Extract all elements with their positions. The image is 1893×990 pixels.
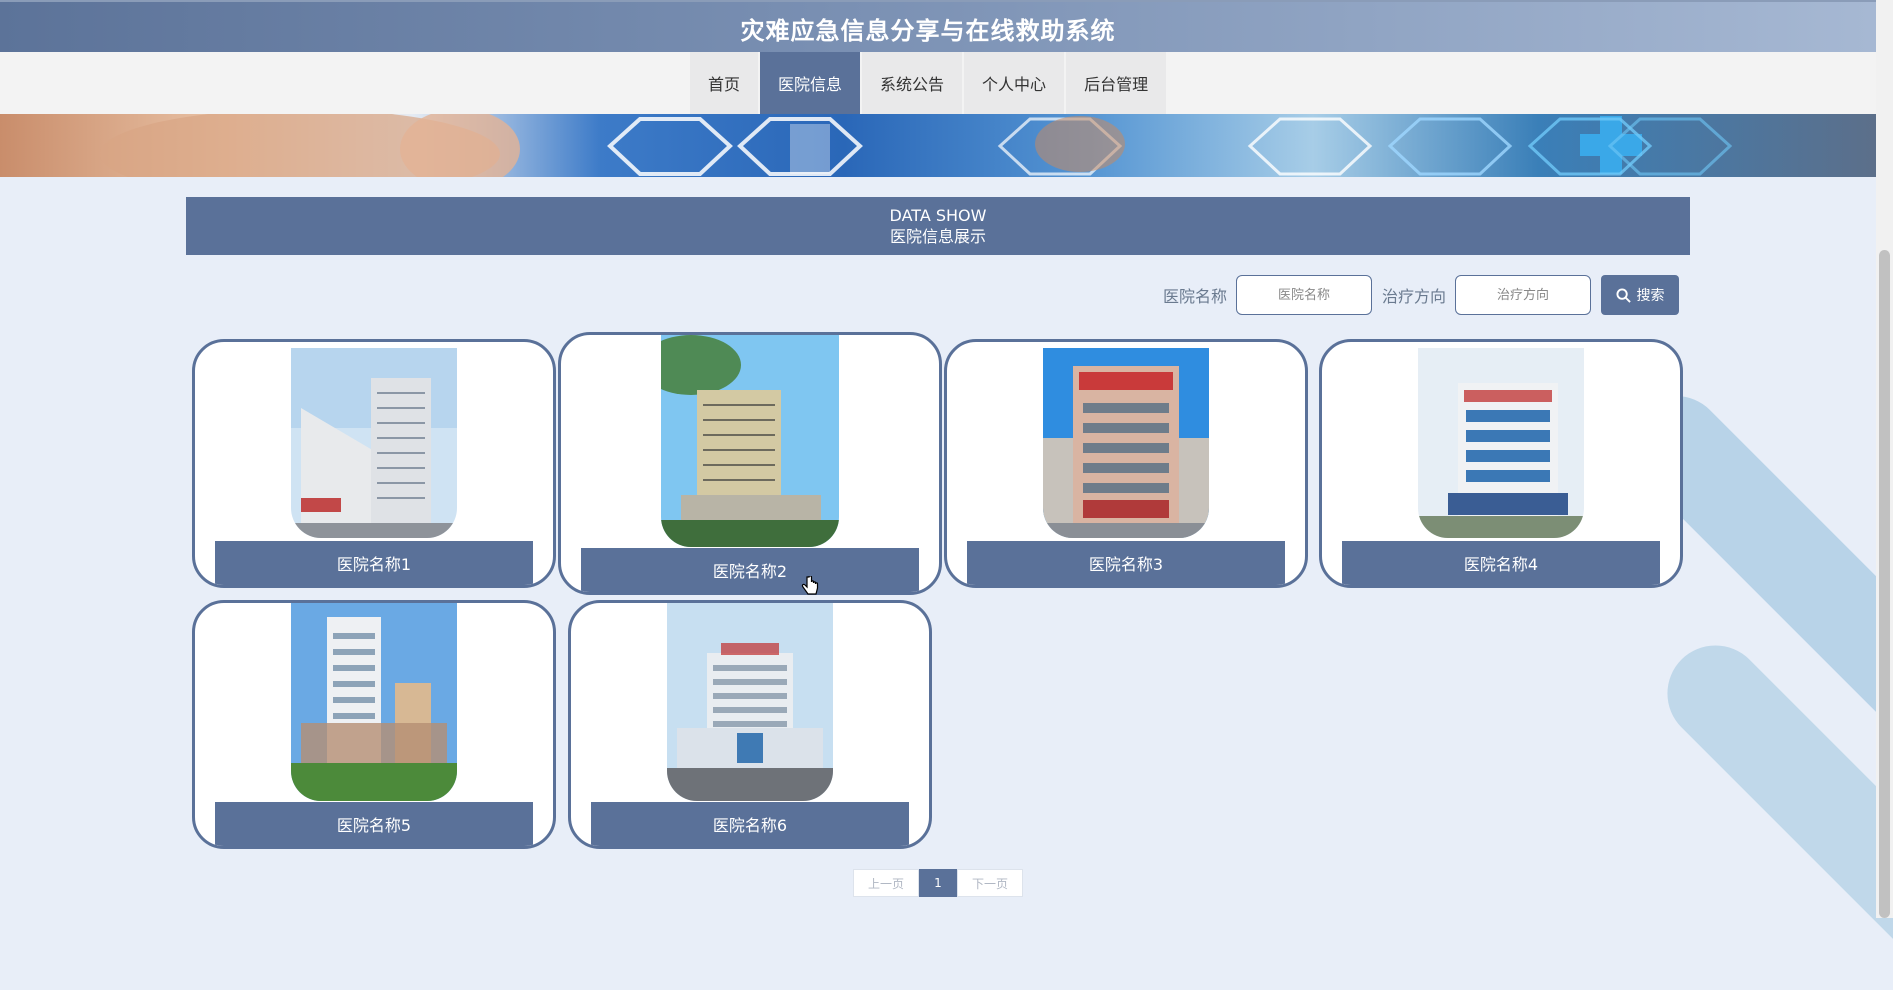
nav-item-admin[interactable]: 后台管理 <box>1066 52 1167 114</box>
next-page-button[interactable]: 下一页 <box>957 869 1023 897</box>
scrollbar[interactable] <box>1876 0 1893 918</box>
hospital-photo <box>1043 348 1209 538</box>
treatment-direction-label: 治疗方向 <box>1381 287 1446 306</box>
nav-item-personal-center[interactable]: 个人中心 <box>964 52 1065 114</box>
hospital-name-input[interactable] <box>1235 275 1372 315</box>
banner-image <box>0 114 1876 177</box>
hospital-photo <box>661 335 839 547</box>
prev-page-button[interactable]: 上一页 <box>853 869 919 897</box>
search-button[interactable]: 搜索 <box>1601 275 1679 315</box>
site-title: 灾难应急信息分享与在线救助系统 <box>740 16 1116 45</box>
pagination: 上一页 1 下一页 <box>853 869 1023 897</box>
section-title-cn: 医院信息展示 <box>889 227 986 246</box>
hospital-name: 医院名称3 <box>967 541 1285 585</box>
scrollbar-thumb[interactable] <box>1879 250 1890 918</box>
hospital-name-label: 医院名称 <box>1162 287 1227 306</box>
hospital-name: 医院名称4 <box>1342 541 1660 585</box>
search-icon <box>1615 287 1631 303</box>
main-nav: 首页 医院信息 系统公告 个人中心 后台管理 <box>0 52 1876 114</box>
treatment-direction-input[interactable] <box>1455 275 1591 315</box>
nav-item-announcements[interactable]: 系统公告 <box>862 52 963 114</box>
search-button-label: 搜索 <box>1636 287 1665 303</box>
section-title-en: DATA SHOW <box>889 206 987 225</box>
nav-item-home[interactable]: 首页 <box>690 52 759 114</box>
section-header: DATA SHOW 医院信息展示 <box>186 197 1690 255</box>
search-bar: 医院名称 治疗方向 搜索 <box>1163 275 1679 315</box>
current-page-button[interactable]: 1 <box>919 869 957 897</box>
site-header: 灾难应急信息分享与在线救助系统 <box>0 0 1876 54</box>
hospital-name: 医院名称5 <box>215 802 533 846</box>
hospital-card[interactable]: 医院名称4 <box>1319 339 1683 588</box>
hospital-name: 医院名称1 <box>215 541 533 585</box>
hospital-photo <box>291 603 457 801</box>
hospital-name: 医院名称2 <box>581 548 919 592</box>
hospital-card[interactable]: 医院名称6 <box>568 600 932 849</box>
hand-cursor-icon <box>801 576 819 595</box>
hospital-photo <box>1418 348 1584 538</box>
hospital-card[interactable]: 医院名称2 <box>558 332 942 595</box>
hospital-name: 医院名称6 <box>591 802 909 846</box>
hospital-card[interactable]: 医院名称1 <box>192 339 556 588</box>
hospital-card[interactable]: 医院名称3 <box>944 339 1308 588</box>
hospital-photo <box>667 603 833 801</box>
hospital-photo <box>291 348 457 538</box>
nav-item-hospital-info[interactable]: 医院信息 <box>760 52 861 114</box>
hospital-card[interactable]: 医院名称5 <box>192 600 556 849</box>
